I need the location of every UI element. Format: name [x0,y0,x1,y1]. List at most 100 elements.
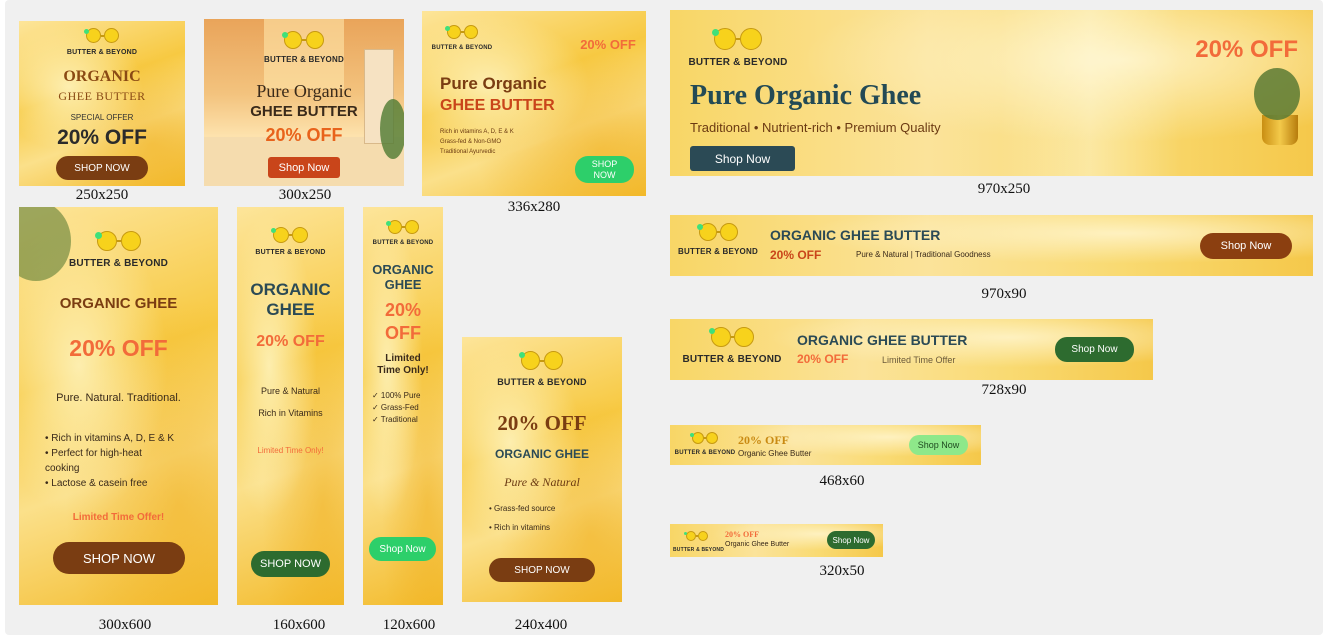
sunglasses-logo-icon [690,432,718,444]
logo: BUTTER & BEYOND [363,220,443,246]
shop-now-button[interactable]: Shop Now [909,435,968,455]
sunglasses-logo-icon [271,227,308,243]
limited-offer: Limited Time Offer! [72,512,165,523]
brand-name: BUTTER & BEYOND [674,450,736,456]
banner-468x60[interactable]: BUTTER & BEYOND 20% OFF Organic Ghee But… [670,425,981,465]
tagline: Pure & Natural [504,475,580,489]
brand-name: BUTTER & BEYOND [264,55,344,64]
logo: BUTTER & BEYOND [674,431,736,456]
limited-offer: Limited Time Only! [257,446,324,455]
shop-now-button[interactable]: SHOP NOW [575,156,634,183]
size-label: 240x400 [514,617,568,633]
banner-300x600[interactable]: BUTTER & BEYOND ORGANIC GHEE 20% OFF Pur… [19,207,218,605]
sunglasses-logo-icon [444,25,478,39]
headline-line-2: GHEE BUTTER [250,103,358,120]
brand-name: BUTTER & BEYOND [255,249,326,256]
headline: ORGANIC GHEE BUTTER [770,227,941,243]
shop-now-button[interactable]: SHOP NOW [56,156,148,180]
shop-now-button[interactable]: Shop Now [827,531,875,549]
bullet-1: • Grass-fed source [489,504,556,513]
banner-300x250[interactable]: BUTTER & BEYOND Pure Organic GHEE BUTTER… [204,19,404,186]
bullet-1: • Rich in vitamins A, D, E & K [45,433,175,444]
shop-now-button[interactable]: SHOP NOW [53,542,185,574]
logo: BUTTER & BEYOND [428,25,496,51]
banner-970x250[interactable]: BUTTER & BEYOND 20% OFF Pure Organic Ghe… [670,10,1313,176]
shop-now-button[interactable]: Shop Now [1055,337,1134,362]
bullet-1: Rich in vitamins A, D, E & K [440,129,514,135]
cta-line-1: SHOP [591,158,618,169]
banner-160x600[interactable]: BUTTER & BEYOND ORGANIC GHEE 20% OFF Pur… [237,207,344,605]
size-label: 120x600 [382,617,436,633]
plant-decoration [1254,68,1300,120]
headline-line-2: GHEE [384,277,422,292]
brand-name: BUTTER & BEYOND [497,377,587,387]
shop-now-button[interactable]: Shop Now [1200,233,1292,259]
logo: BUTTER & BEYOND [204,31,404,64]
tagline: Traditional • Nutrient-rich • Premium Qu… [690,120,941,135]
brand-name: BUTTER & BEYOND [66,49,138,56]
check-3: ✓ Traditional [372,415,418,424]
bullet-2: Grass-fed & Non-GMO [440,139,502,145]
check-2: ✓ Grass-Fed [372,403,419,412]
sunglasses-logo-icon [712,28,762,50]
banner-240x400[interactable]: BUTTER & BEYOND 20% OFF ORGANIC GHEE Pur… [462,337,622,602]
shop-now-button[interactable]: SHOP NOW [489,558,595,582]
sunglasses-logo-icon [519,351,563,370]
size-label: 320x50 [819,563,865,579]
shop-now-button[interactable]: Shop Now [268,157,340,178]
tagline: Limited Time Offer [882,355,956,365]
banner-970x90[interactable]: BUTTER & BEYOND ORGANIC GHEE BUTTER 20% … [670,215,1313,276]
sunglasses-logo-icon [708,327,754,347]
headline: ORGANIC GHEE [59,295,178,312]
offer-text: 20% OFF [69,335,168,361]
bullet-2: • Perfect for high-heat [45,448,142,459]
logo: BUTTER & BEYOND [19,231,218,269]
sunglasses-logo-icon [696,223,738,241]
bullet-3: Traditional Ayurvedic [440,149,496,155]
shop-now-button[interactable]: Shop Now [369,537,436,561]
banner-336x280[interactable]: BUTTER & BEYOND 20% OFF Pure Organic GHE… [422,11,646,196]
brand-name: BUTTER & BEYOND [68,258,169,269]
banner-320x50[interactable]: BUTTER & BEYOND 20% OFF Organic Ghee But… [670,524,883,557]
headline-line-1: Pure Organic [440,74,547,93]
headline-line-1: ORGANIC [63,68,141,85]
brand-name: BUTTER & BEYOND [372,240,434,246]
headline: Pure Organic Ghee [690,80,922,111]
headline-line-2: GHEE BUTTER [58,89,146,103]
offer-text: 20% OFF [497,411,587,435]
bullet-2: • Rich in vitamins [489,523,551,532]
banner-250x250[interactable]: BUTTER & BEYOND ORGANIC GHEE BUTTER SPEC… [19,21,185,186]
size-label: 970x250 [977,181,1031,197]
headline: ORGANIC GHEE BUTTER [797,332,968,348]
logo: BUTTER & BEYOND [237,227,344,256]
headline-line-1: ORGANIC [372,262,434,277]
window-shadow [1000,10,1180,176]
headline: ORGANIC GHEE [494,447,589,461]
shop-now-button[interactable]: SHOP NOW [251,551,330,577]
subtitle: Organic Ghee Butter [725,541,790,548]
logo: BUTTER & BEYOND [680,327,784,365]
headline-line-1: ORGANIC [250,280,331,299]
offer-text: 20% OFF [725,530,759,539]
size-label: 468x60 [819,473,865,489]
headline-line-2: GHEE BUTTER [440,97,555,114]
size-label: 160x600 [272,617,326,633]
offer-line-1: 20% [384,300,422,320]
cta-line-2: NOW [593,169,616,180]
banner-120x600[interactable]: BUTTER & BEYOND ORGANIC GHEE 20% OFF Lim… [363,207,443,605]
offer-line-2: OFF [385,323,421,343]
size-label: 970x90 [981,286,1027,302]
shop-now-button[interactable]: Shop Now [690,146,795,171]
offer-text: 20% OFF [57,126,147,149]
offer-text: 20% OFF [797,352,849,366]
tagline: Pure. Natural. Traditional. [56,392,181,404]
brand-name: BUTTER & BEYOND [688,57,788,68]
feature-1: Pure & Natural [260,386,321,396]
logo: BUTTER & BEYOND [676,223,760,256]
offer-text: 20% OFF [256,333,325,350]
brand-name: BUTTER & BEYOND [431,45,493,51]
size-label: 250x250 [75,187,129,203]
sunglasses-logo-icon [385,220,419,234]
banner-728x90[interactable]: BUTTER & BEYOND ORGANIC GHEE BUTTER 20% … [670,319,1153,380]
limited-line-2: Time Only! [377,365,429,376]
